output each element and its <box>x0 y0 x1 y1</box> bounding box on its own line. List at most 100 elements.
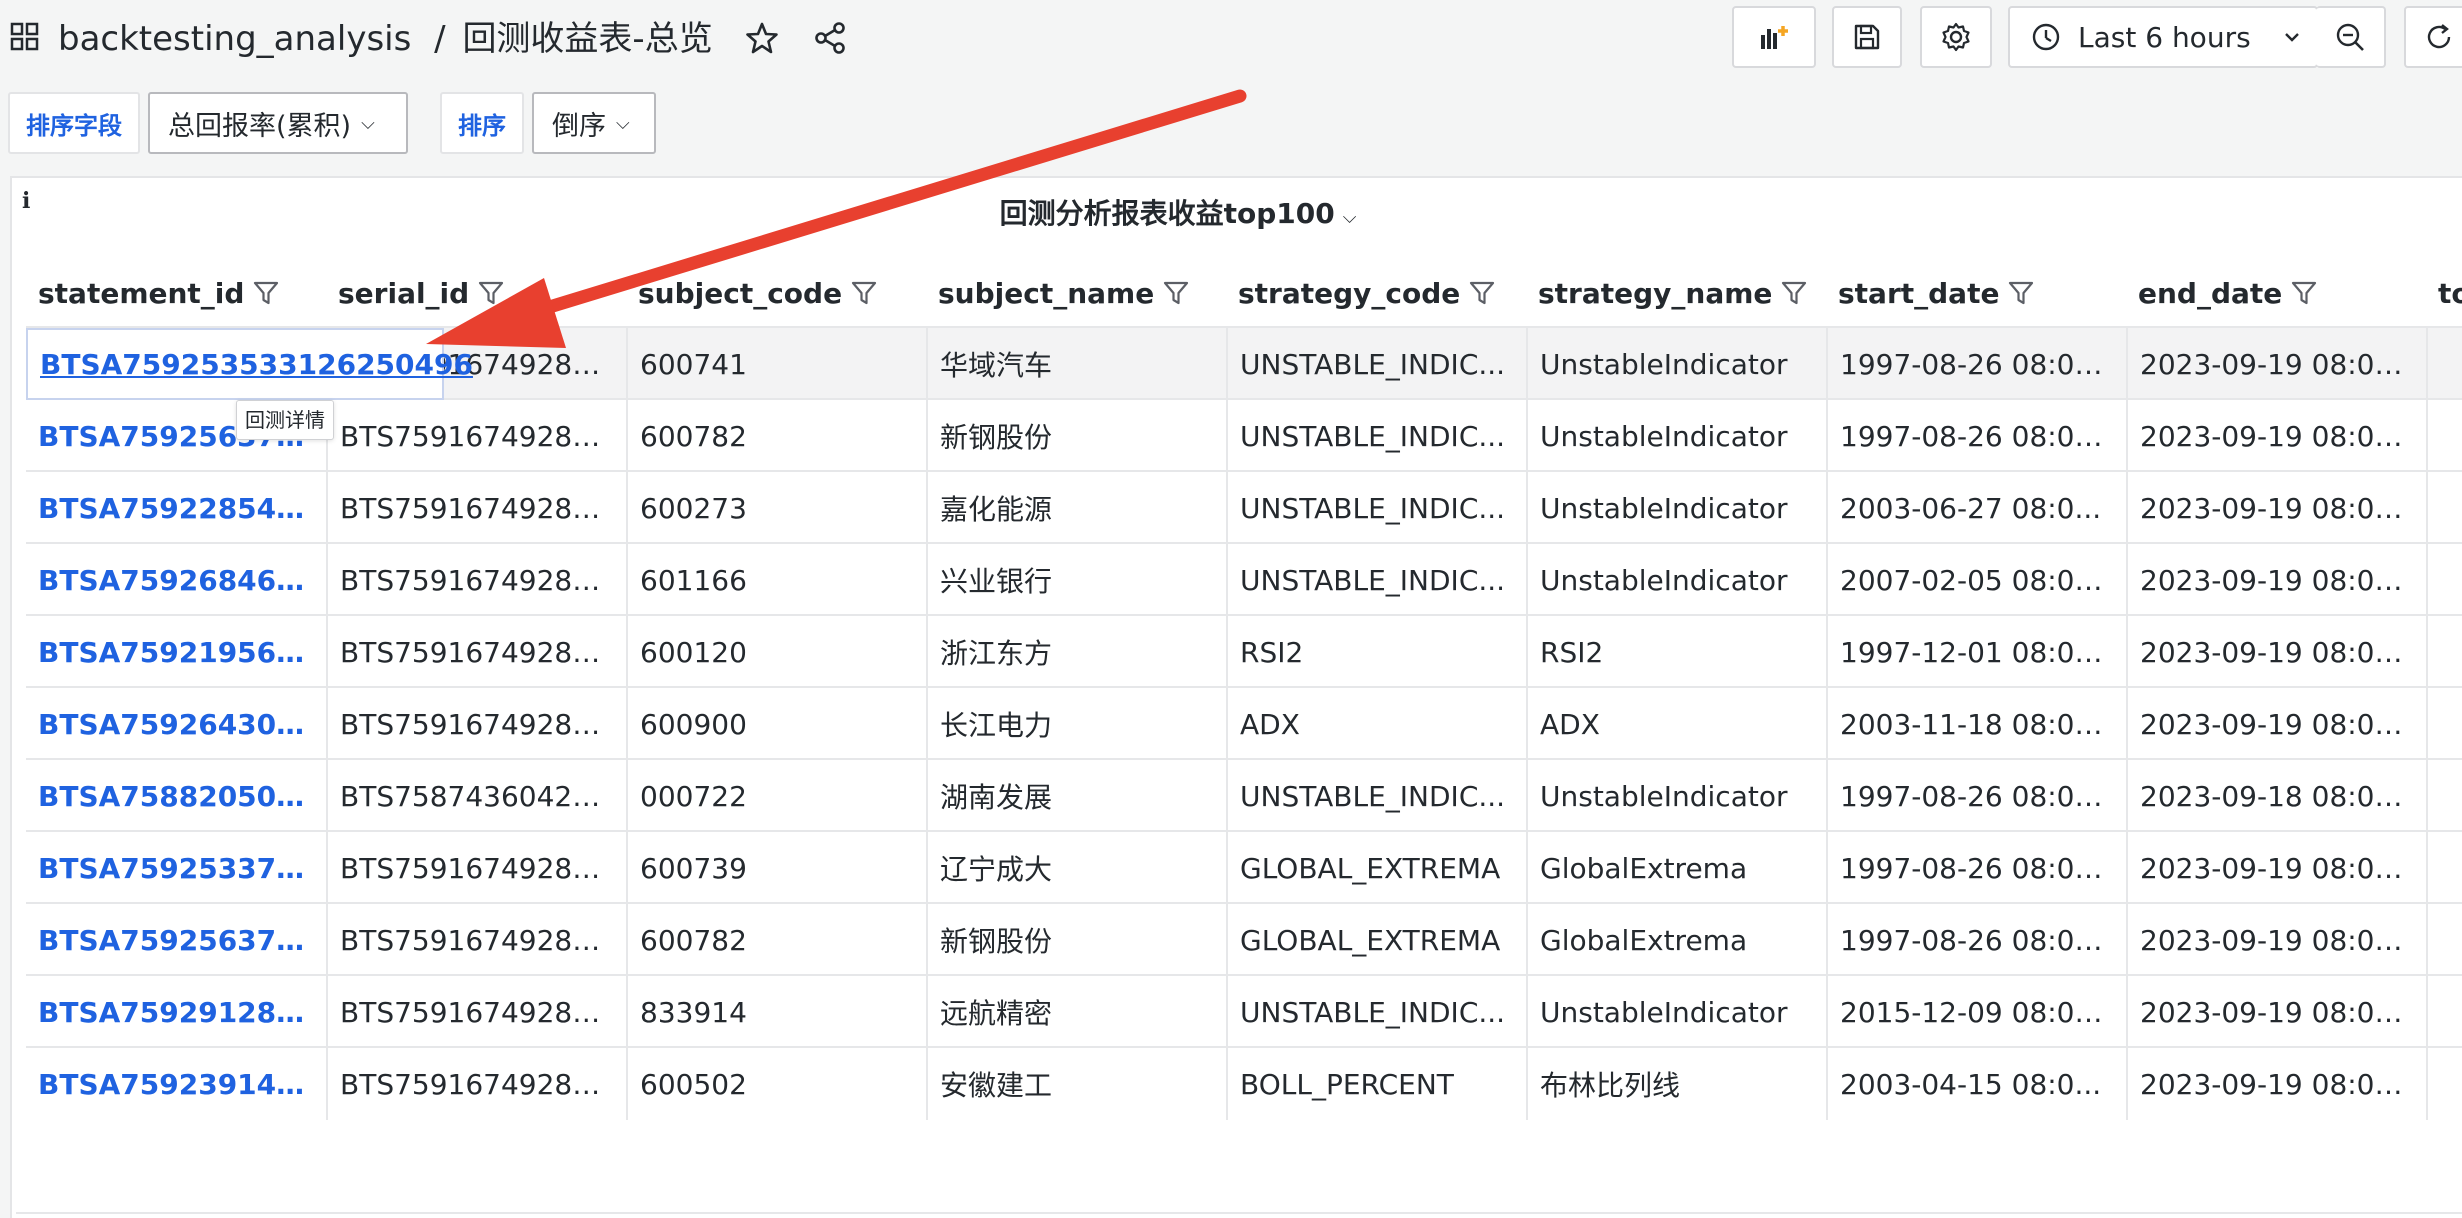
top-bar: backtesting_analysis / 回测收益表-总览 Last 6 h… <box>0 0 2462 80</box>
table-row[interactable]: BTSA7588205072... BTS75874360424... 000722… <box>26 758 2462 832</box>
dashboard-settings-button[interactable] <box>1920 6 1992 68</box>
column-header[interactable]: strategy_name <box>1526 262 1826 324</box>
table-cell: UnstableIndicator <box>1526 544 1826 616</box>
statement-id-link[interactable]: BTSA7592285411... <box>26 472 326 544</box>
sort-field-select[interactable]: 总回报率(累积) ⌵ <box>148 92 408 154</box>
column-header[interactable]: start_date <box>1826 262 2126 324</box>
table-cell: 2023-09-19 08:00... <box>2126 1048 2426 1120</box>
panel-title[interactable]: 回测分析报表收益top100 ⌵ <box>12 192 2462 232</box>
table-row[interactable]: BTSA759264309... BTS75916749280... 600900 长… <box>26 686 2462 760</box>
statement-id-link[interactable]: BTSA7592563758... <box>26 904 326 976</box>
column-header[interactable]: statement_id <box>26 262 326 324</box>
cell-text: GLOBAL_EXTREMA <box>1240 923 1501 957</box>
table-row[interactable]: BTSA7592563758...BTS75916749280...600782… <box>26 398 2462 472</box>
table-cell: BTS75916749280... <box>326 904 626 976</box>
dashboards-grid-icon[interactable] <box>10 22 40 52</box>
table-cell: 安徽建工 <box>926 1048 1226 1120</box>
chevron-down-icon: ⌵ <box>361 112 375 134</box>
table-cell: BTS75916749280... <box>326 472 626 544</box>
statement-id-link[interactable]: BTSA7592391442... <box>26 1048 326 1120</box>
table-cell: 2023-09-19 08:00... <box>2126 472 2426 544</box>
table-row[interactable]: BTSA7592195694... BTS75916749280... 600120… <box>26 614 2462 688</box>
table-row[interactable]: BTSA7592533791... BTS75916749280... 600739… <box>26 830 2462 904</box>
filter-icon[interactable] <box>850 279 878 307</box>
cell-text: 2023-09-19 08:00... <box>2140 635 2416 669</box>
table-cell <box>2426 832 2462 904</box>
column-header[interactable]: strategy_code <box>1226 262 1526 324</box>
chevron-down-icon: ⌵ <box>1342 207 1357 228</box>
save-dashboard-button[interactable] <box>1832 6 1902 68</box>
cell-text: 湖南发展 <box>940 781 1053 814</box>
statement-id-link[interactable]: BTSA7592533791... <box>26 832 326 904</box>
cell-text: 2015-12-09 08:00... <box>1840 995 2116 1029</box>
column-header[interactable]: end_date <box>2126 262 2426 324</box>
refresh-button[interactable] <box>2404 6 2462 68</box>
time-range-picker[interactable]: Last 6 hours <box>2008 6 2318 68</box>
cell-text: UnstableIndicator <box>1540 995 1788 1029</box>
table-cell: 2023-09-18 08:00... <box>2126 760 2426 832</box>
table-cell <box>2426 976 2462 1048</box>
statement-id-link[interactable]: BTSA7592912811... <box>26 976 326 1048</box>
table-row[interactable]: BTSA7592285411... BTS75916749280... 600273… <box>26 470 2462 544</box>
table-cell: 2023-09-19 08:00... <box>2126 976 2426 1048</box>
cell-text: RSI2 <box>1240 635 1304 669</box>
filter-icon[interactable] <box>1780 279 1808 307</box>
table-header: statement_id serial_id subject_code subj… <box>26 262 2462 324</box>
statement-id-link[interactable]: BTSA759253533126250496 <box>26 328 473 400</box>
cell-text: GLOBAL_EXTREMA <box>1240 851 1501 885</box>
breadcrumb-separator: / <box>434 19 446 59</box>
cell-text: 2023-09-19 08:00... <box>2140 1067 2416 1101</box>
order-select[interactable]: 倒序 ⌵ <box>532 92 656 154</box>
share-icon[interactable] <box>812 20 848 56</box>
cell-text: BTS75916749280... <box>340 923 616 957</box>
breadcrumb-folder[interactable]: backtesting_analysis <box>58 19 411 59</box>
cell-text: 600120 <box>640 635 747 669</box>
statement-id-link[interactable]: BTSA7592195694... <box>26 616 326 688</box>
cell-text: 新钢股份 <box>940 421 1053 454</box>
column-header[interactable]: serial_id <box>326 262 626 324</box>
cell-text: 浙江东方 <box>940 637 1053 670</box>
column-header[interactable]: subject_name <box>926 262 1226 324</box>
cell-text: BTSA7592285411... <box>38 491 316 525</box>
filter-icon[interactable] <box>477 279 505 307</box>
cell-text: BTS75916749280... <box>340 635 616 669</box>
filter-icon[interactable] <box>1162 279 1190 307</box>
dashboard-title[interactable]: 回测收益表-总览 <box>462 19 712 59</box>
statement-id-link[interactable]: BTSA7588205072... <box>26 760 326 832</box>
filter-icon[interactable] <box>252 279 280 307</box>
tooltip: 回测详情 <box>236 400 334 440</box>
cell-text: 2023-09-19 08:00... <box>2140 995 2416 1029</box>
table-row[interactable]: BTSA7592563758... BTS75916749280... 600782… <box>26 902 2462 976</box>
statement-id-link[interactable]: BTSA7592684601... <box>26 544 326 616</box>
cell-text: BTS75916749280... <box>340 851 616 885</box>
cell-text: BTSA7592195694... <box>38 635 316 669</box>
filter-icon[interactable] <box>2290 279 2318 307</box>
table-cell <box>2426 544 2462 616</box>
cell-text: 2023-09-19 08:00... <box>2140 419 2416 453</box>
table-cell <box>2426 688 2462 760</box>
cell-text: UNSTABLE_INDIC... <box>1240 419 1506 453</box>
cell-text: 2003-04-15 08:0... <box>1840 1067 2102 1101</box>
cell-text: RSI2 <box>1540 635 1604 669</box>
column-header[interactable]: to <box>2426 262 2462 324</box>
table-row[interactable]: BTSA759253533126250496 BTS75916749280... 6… <box>26 326 2462 400</box>
zoom-out-button[interactable] <box>2316 6 2386 68</box>
table-row[interactable]: BTSA7592912811... BTS75916749280... 833914… <box>26 974 2462 1048</box>
filter-icon[interactable] <box>2007 279 2035 307</box>
filter-icon[interactable] <box>1468 279 1496 307</box>
cell-text: 601166 <box>640 563 747 597</box>
table-cell <box>2426 472 2462 544</box>
table-row[interactable]: BTSA7592391442... BTS75916749280... 600502… <box>26 1046 2462 1120</box>
table-cell: 湖南发展 <box>926 760 1226 832</box>
cell-text: ADX <box>1240 707 1300 741</box>
cell-text: UNSTABLE_INDIC... <box>1240 563 1506 597</box>
table-cell: RSI2 <box>1526 616 1826 688</box>
column-header[interactable]: subject_code <box>626 262 926 324</box>
table-cell: 1997-08-26 08:00... <box>1826 400 2126 472</box>
table-cell: 600900 <box>626 688 926 760</box>
add-panel-button[interactable] <box>1732 6 1816 68</box>
statement-id-link[interactable]: BTSA759264309... <box>26 688 326 760</box>
star-icon[interactable] <box>744 20 780 56</box>
cell-text: 600782 <box>640 923 747 957</box>
table-row[interactable]: BTSA7592684601... BTS75916749280... 601166… <box>26 542 2462 616</box>
